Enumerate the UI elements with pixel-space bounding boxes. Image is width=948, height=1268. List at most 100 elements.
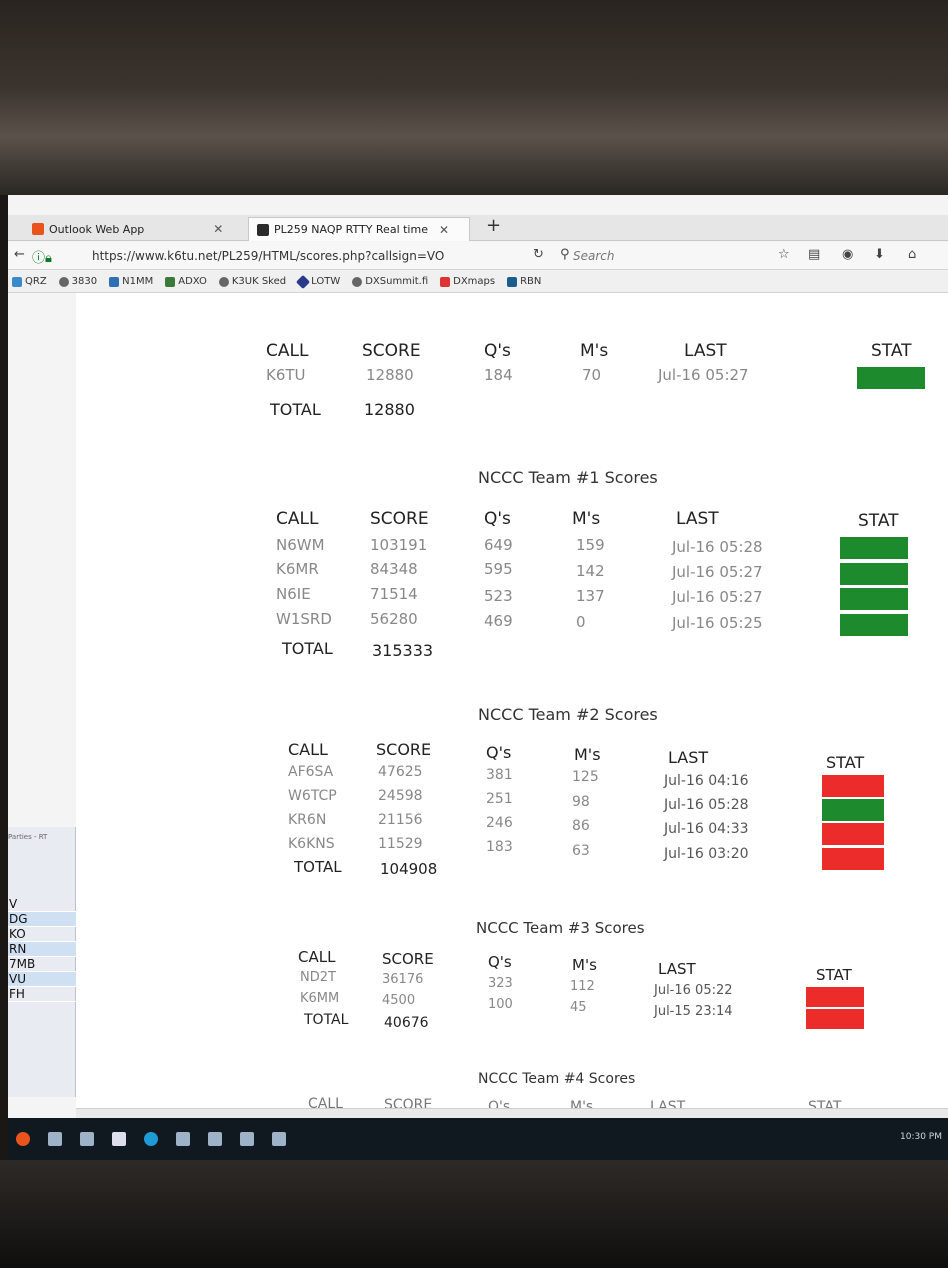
- ms-cell: 112: [570, 979, 595, 994]
- ms-cell: 70: [582, 366, 602, 384]
- last-cell: Jul-16 05:22: [654, 983, 733, 998]
- call-cell: KR6N: [288, 812, 327, 828]
- col-header-call: CALL: [298, 948, 336, 966]
- col-header-last: LAST: [684, 341, 727, 361]
- qs-cell: 469: [484, 612, 513, 630]
- taskbar-app-icon[interactable]: [208, 1132, 222, 1146]
- call-cell: W1SRD: [276, 610, 332, 628]
- outlook-icon: [32, 223, 44, 235]
- score-cell: 47625: [378, 764, 423, 780]
- ms-cell: 137: [576, 587, 605, 605]
- taskbar-app-icon[interactable]: [144, 1132, 158, 1146]
- horizontal-scrollbar[interactable]: [76, 1108, 948, 1118]
- last-cell: Jul-16 04:16: [664, 773, 749, 789]
- back-arrow-icon[interactable]: ←: [14, 247, 25, 262]
- list-item[interactable]: DG: [8, 912, 76, 927]
- reading-list-icon[interactable]: ▤: [808, 247, 820, 262]
- side-app-title: Parties - RT: [8, 833, 48, 841]
- taskbar-app-icon[interactable]: [272, 1132, 286, 1146]
- score-cell: 4500: [382, 993, 416, 1008]
- call-cell: K6KNS: [288, 836, 335, 852]
- score-cell: 11529: [378, 836, 423, 852]
- ms-cell: 63: [572, 843, 590, 859]
- lock-icon[interactable]: ⓘ🔒︎: [32, 247, 52, 266]
- col-header-score: SCORE: [382, 950, 434, 968]
- col-header-stat: STAT: [871, 341, 912, 361]
- qs-cell: 184: [484, 366, 513, 384]
- list-item[interactable]: V: [8, 897, 76, 912]
- col-header-qs: Q's: [484, 341, 511, 361]
- list-item[interactable]: RN: [8, 942, 76, 957]
- col-header-qs: Q's: [484, 509, 511, 529]
- call-cell: AF6SA: [288, 764, 334, 780]
- url-input[interactable]: https://www.k6tu.net/PL259/HTML/scores.p…: [86, 246, 566, 266]
- call-cell: K6MR: [276, 560, 319, 578]
- col-header-call: CALL: [288, 740, 328, 759]
- taskbar: 10:30 PM: [8, 1118, 948, 1160]
- bookmark-lotw[interactable]: LOTW: [296, 274, 340, 289]
- col-header-ms: M's: [580, 341, 609, 361]
- qs-cell: 381: [486, 767, 513, 783]
- qs-cell: 251: [486, 791, 513, 807]
- search-input[interactable]: Search: [573, 246, 703, 266]
- bookmark-3830[interactable]: 3830: [58, 276, 97, 287]
- bookmarks-toolbar: QRZ 3830 N1MM ADXO K3UK Sked LOTW DXSumm…: [8, 271, 948, 293]
- status-indicator: [840, 537, 908, 559]
- col-header-stat: STAT: [858, 511, 899, 531]
- start-icon[interactable]: [16, 1132, 30, 1146]
- score-cell: 103191: [370, 536, 428, 554]
- list-item[interactable]: VU: [8, 972, 76, 987]
- bookmark-icon: [109, 276, 120, 287]
- bookmark-qrz[interactable]: QRZ: [12, 276, 47, 287]
- close-icon[interactable]: ✕: [213, 222, 223, 236]
- total-label: TOTAL: [294, 858, 342, 876]
- bookmark-dxsummit[interactable]: DXSummit.fi: [352, 276, 428, 287]
- ms-cell: 125: [572, 769, 599, 785]
- list-item[interactable]: KO: [8, 927, 76, 942]
- close-icon[interactable]: ✕: [439, 223, 449, 237]
- col-header-score: SCORE: [370, 509, 429, 529]
- ms-cell: 142: [576, 562, 605, 580]
- call-cell: W6TCP: [288, 788, 337, 804]
- list-item[interactable]: FH: [8, 987, 76, 1002]
- score-cell: 71514: [370, 585, 418, 603]
- taskbar-app-icon[interactable]: [112, 1132, 126, 1146]
- col-header-qs: Q's: [488, 953, 512, 971]
- tab-outlook[interactable]: Outlook Web App ✕: [24, 217, 231, 241]
- list-item[interactable]: 7MB: [8, 957, 76, 972]
- bookmark-adxo[interactable]: ADXO: [165, 276, 207, 287]
- col-header-call: CALL: [276, 509, 319, 529]
- qs-cell: 100: [488, 997, 513, 1012]
- taskbar-app-icon[interactable]: [240, 1132, 254, 1146]
- bookmark-icon: [507, 276, 518, 287]
- last-cell: Jul-16 05:28: [664, 797, 749, 813]
- tab-label: PL259 NAQP RTTY Real time: [274, 223, 428, 236]
- taskbar-clock[interactable]: 10:30 PM: [900, 1132, 942, 1142]
- bookmark-dxmaps[interactable]: DXmaps: [440, 276, 495, 287]
- bookmark-n1mm[interactable]: N1MM: [109, 276, 153, 287]
- last-cell: Jul-16 05:27: [672, 563, 763, 581]
- download-icon[interactable]: ⬇: [874, 247, 885, 262]
- home-icon[interactable]: ⌂: [908, 247, 916, 262]
- navigation-bar: ← ⓘ🔒︎ https://www.k6tu.net/PL259/HTML/sc…: [8, 242, 948, 270]
- diamond-icon: [296, 274, 311, 289]
- total-value: 104908: [380, 860, 438, 878]
- bookmark-icon: [165, 276, 176, 287]
- reload-icon[interactable]: ↻: [533, 247, 544, 262]
- taskbar-app-icon[interactable]: [176, 1132, 190, 1146]
- col-header-stat: STAT: [826, 753, 865, 772]
- last-cell: Jul-16 05:27: [658, 366, 749, 384]
- status-indicator: [840, 614, 908, 636]
- star-icon[interactable]: ☆: [778, 247, 790, 262]
- new-tab-button[interactable]: +: [486, 215, 501, 236]
- taskbar-app-icon[interactable]: [80, 1132, 94, 1146]
- tab-pl259[interactable]: PL259 NAQP RTTY Real time ✕: [248, 217, 470, 241]
- col-header-last: LAST: [676, 509, 719, 529]
- taskbar-app-icon[interactable]: [48, 1132, 62, 1146]
- pocket-icon[interactable]: ◉: [842, 247, 853, 262]
- ms-cell: 45: [570, 1000, 587, 1015]
- status-indicator: [822, 775, 884, 797]
- bookmark-rbn[interactable]: RBN: [507, 276, 541, 287]
- score-cell: 56280: [370, 610, 418, 628]
- bookmark-k3uk-sked[interactable]: K3UK Sked: [218, 276, 286, 287]
